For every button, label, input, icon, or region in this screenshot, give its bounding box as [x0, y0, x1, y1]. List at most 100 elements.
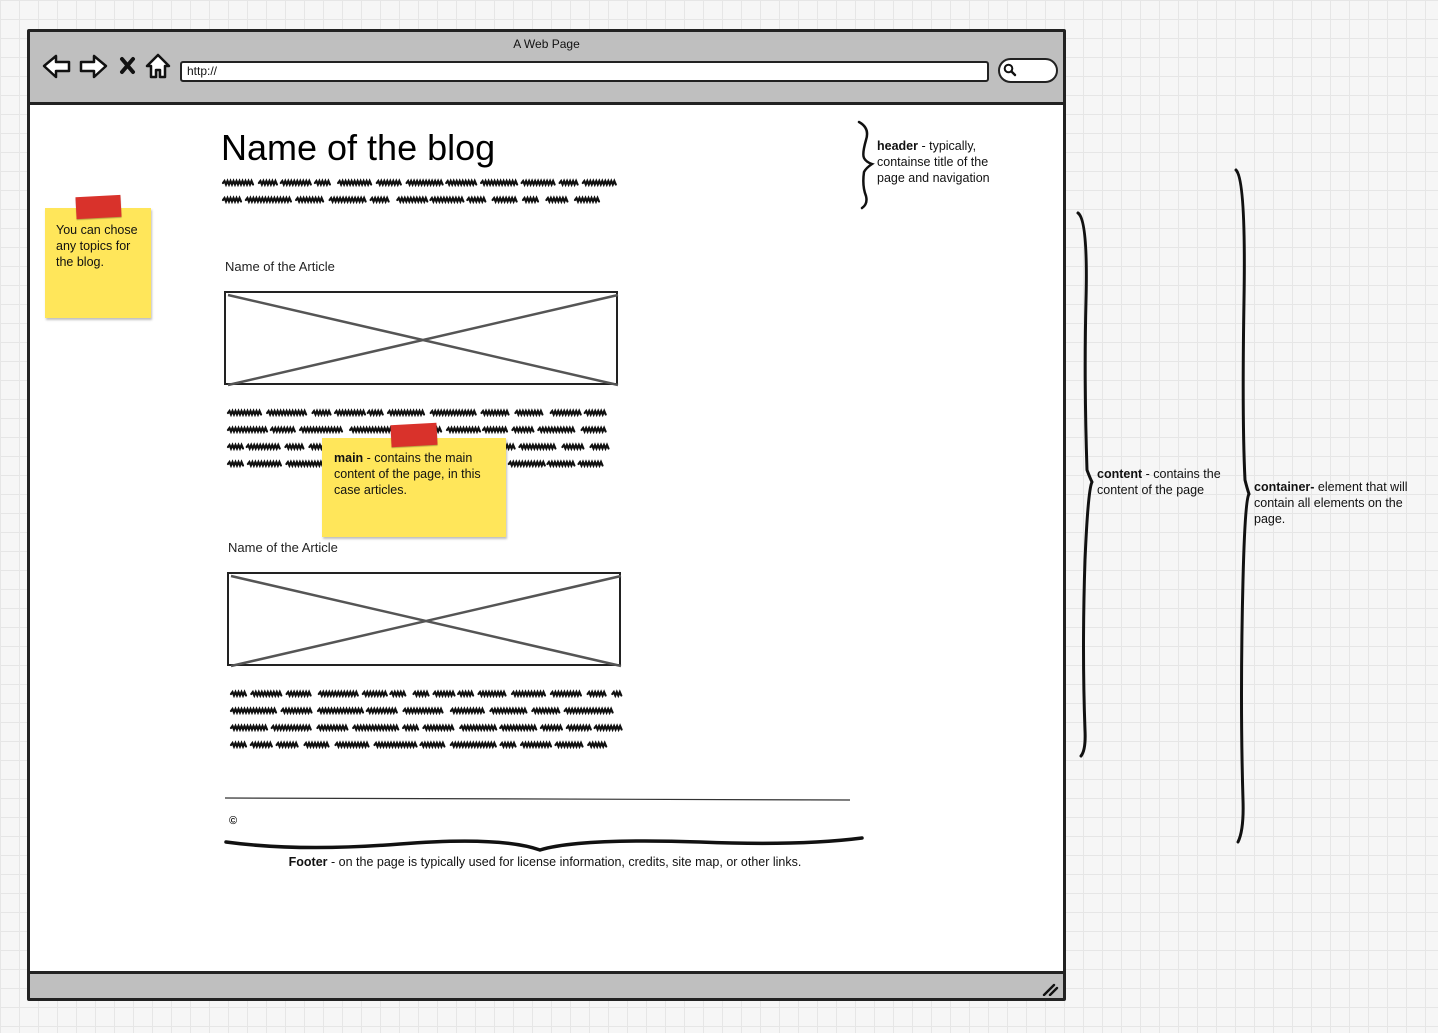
scribble-word: [226, 408, 263, 418]
scribble-word: [521, 195, 540, 205]
scribble-word: [565, 723, 592, 733]
content-annotation: content - contains the content of the pa…: [1097, 466, 1237, 498]
scribble-word: [445, 425, 482, 435]
scribble-word: [554, 740, 584, 750]
sticky-note-topics: You can chose any topics for the blog.: [45, 208, 151, 318]
scribble-word: [573, 195, 601, 205]
scribble-word: [298, 425, 344, 435]
scribble-word: [549, 408, 582, 418]
scribble-word: [226, 459, 245, 469]
scribble-word: [429, 408, 477, 418]
header-annotation: header - typically, containse title of t…: [877, 138, 1017, 186]
scribble-word: [422, 723, 455, 733]
scribble-word: [245, 442, 281, 452]
scribble-word: [365, 706, 398, 716]
scribble-word: [284, 442, 305, 452]
scribble-word: [583, 408, 607, 418]
tape-icon: [75, 194, 122, 220]
scribble-word: [303, 740, 330, 750]
scribble-word: [539, 723, 563, 733]
scribble-word: [581, 178, 617, 188]
sticky-note-main: main - contains the main content of the …: [322, 438, 506, 537]
scribble-word: [480, 178, 519, 188]
scribble-word: [375, 178, 402, 188]
scribble-word: [593, 723, 623, 733]
scribble-word: [586, 689, 607, 699]
scribble-word: [518, 442, 557, 452]
article-title: Name of the Article: [225, 259, 335, 274]
scribble-word: [402, 706, 444, 716]
scribble-word: [429, 195, 465, 205]
scribble-word: [449, 706, 485, 716]
image-placeholder-icon: [230, 574, 622, 668]
scribble-word: [229, 706, 278, 716]
sticky-note-text: You can chose any topics for the blog.: [56, 223, 138, 269]
article-title: Name of the Article: [228, 540, 338, 555]
scribble-word: [561, 442, 585, 452]
scribble-word: [432, 689, 456, 699]
scribble-word: [491, 195, 518, 205]
scribble-word: [316, 723, 349, 733]
image-placeholder-icon: [227, 293, 619, 387]
scribble-word: [328, 195, 367, 205]
scribble-word: [510, 689, 547, 699]
scribble-word: [352, 723, 400, 733]
scribble-word: [221, 195, 243, 205]
footer-divider: [224, 797, 851, 801]
scribble-word: [373, 740, 418, 750]
header-brace: [857, 120, 875, 210]
scribble-word: [558, 178, 579, 188]
scribble-word: [466, 195, 487, 205]
scribble-word: [226, 425, 269, 435]
scribble-word: [520, 178, 556, 188]
scribble-word: [386, 408, 426, 418]
scribble-word: [269, 425, 296, 435]
scribble-word: [389, 689, 407, 699]
scribble-word: [477, 689, 507, 699]
header-term: header: [877, 139, 918, 153]
scribble-word: [580, 425, 607, 435]
scribble-word: [499, 723, 538, 733]
scribble-word: [549, 689, 582, 699]
scribble-word: [546, 459, 576, 469]
footer-description: - on the page is typically used for lice…: [327, 855, 802, 869]
scribble-word: [587, 740, 608, 750]
scribble-word: [589, 442, 610, 452]
scribble-word: [445, 178, 478, 188]
scribble-word: [317, 689, 359, 699]
scribble-word: [545, 195, 569, 205]
scribble-word: [499, 740, 517, 750]
scribble-word: [563, 706, 614, 716]
container-annotation: container- element that will contain all…: [1254, 479, 1424, 527]
scribble-word: [279, 178, 312, 188]
scribble-word: [229, 689, 248, 699]
scribble-word: [577, 459, 604, 469]
scribble-word: [405, 178, 444, 188]
scribble-word: [511, 425, 535, 435]
scribble-word: [489, 706, 528, 716]
scribble-word: [275, 740, 299, 750]
scribble-word: [337, 178, 373, 188]
scribble-word: [285, 689, 312, 699]
scribble-word: [457, 689, 475, 699]
container-term: container-: [1254, 480, 1315, 494]
scribble-word: [250, 689, 283, 699]
scribble-word: [249, 740, 273, 750]
scribble-word: [396, 195, 429, 205]
scribble-word: [257, 178, 278, 188]
sketch-overlay: [221, 120, 1251, 852]
scribble-word: [270, 723, 312, 733]
scribble-word: [369, 195, 390, 205]
scribble-word: [246, 459, 282, 469]
content-term: content: [1097, 467, 1143, 481]
scribble-word: [313, 178, 331, 188]
scribble-word: [266, 408, 308, 418]
tape-icon: [390, 422, 438, 448]
scribble-word: [229, 740, 248, 750]
scribble-word: [412, 689, 430, 699]
footer-term: Footer: [288, 855, 328, 869]
scribble-word: [537, 425, 576, 435]
scribble-word: [280, 706, 313, 716]
container-brace: [1234, 168, 1251, 844]
scribble-word: [449, 740, 497, 750]
